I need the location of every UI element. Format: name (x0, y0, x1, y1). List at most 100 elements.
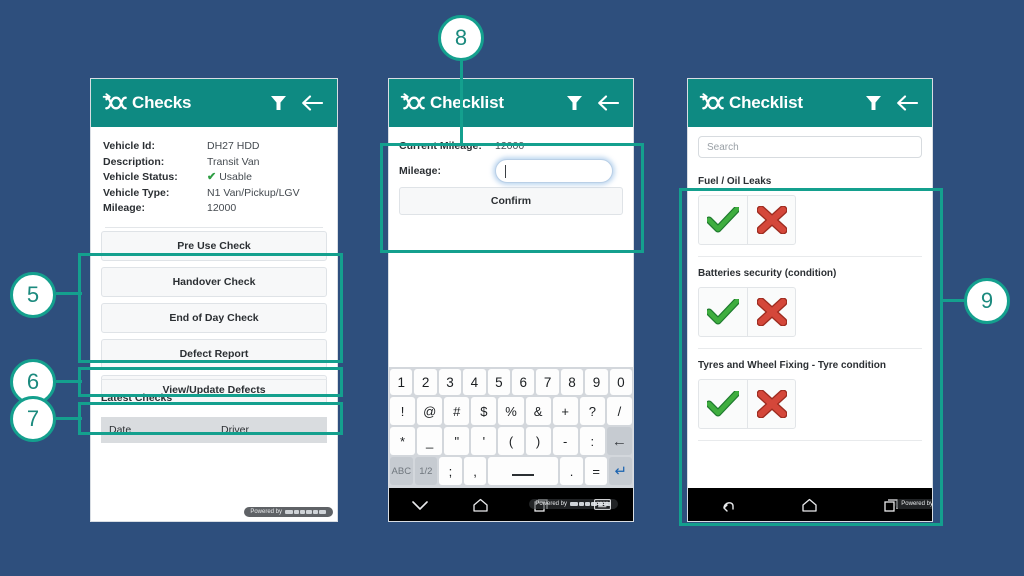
highlight-box-6 (78, 367, 343, 397)
key-question[interactable]: ? (579, 397, 605, 425)
back-arrow-icon[interactable] (301, 94, 323, 112)
key-asterisk[interactable]: * (390, 427, 416, 455)
app-header: Checklist (389, 79, 633, 127)
key-paren-open[interactable]: ( (498, 427, 524, 455)
screenshot-canvas: Checks Vehicle Id: DH27 HDD Description:… (0, 0, 1024, 576)
key-colon[interactable]: : (579, 427, 605, 455)
checklist-item-label: Fuel / Oil Leaks (698, 176, 772, 187)
info-value-status: ✔ Usable (207, 170, 252, 186)
key-quote-single[interactable]: ' (471, 427, 497, 455)
key-4[interactable]: 4 (463, 369, 486, 395)
app-title: Checks (132, 93, 192, 112)
highlight-box-5 (78, 253, 343, 363)
navbar-keyboard-toggle[interactable] (572, 499, 633, 510)
callout-line-8 (460, 58, 463, 146)
enter-icon[interactable]: ↵ (609, 457, 633, 485)
callout-line-6 (56, 380, 82, 383)
keyboard-row-symbols-1: ! @ # $ % & + ? / (390, 397, 632, 425)
search-placeholder: Search (707, 141, 739, 153)
info-value: 12000 (207, 202, 237, 214)
callout-bubble-5: 5 (10, 272, 56, 318)
powered-by-text: Powered by (535, 500, 567, 507)
callout-line-7 (56, 417, 82, 420)
key-comma[interactable]: , (463, 457, 487, 485)
key-semicolon[interactable]: ; (439, 457, 462, 485)
powered-by-text: Powered by (250, 509, 282, 515)
key-7[interactable]: 7 (536, 369, 559, 395)
navbar-home[interactable] (450, 498, 511, 512)
app-logo: Checks (101, 92, 191, 114)
callout-bubble-9: 9 (964, 278, 1010, 324)
key-space[interactable] (488, 457, 559, 485)
callout-line-9 (942, 299, 966, 302)
key-period[interactable]: . (560, 457, 583, 485)
info-label: Vehicle Type: (103, 186, 170, 199)
app-logo: Checklist (698, 92, 803, 114)
powered-by-watermark: Powered by (244, 507, 333, 517)
app-title: Checklist (430, 93, 504, 112)
enter-glyph: ↵ (614, 463, 628, 480)
info-label: Description: (103, 155, 165, 168)
filter-icon[interactable] (566, 94, 583, 112)
navbar-recents[interactable]: Powered by (511, 498, 618, 512)
key-ampersand[interactable]: & (525, 397, 551, 425)
backspace-icon[interactable]: ← (606, 427, 632, 455)
info-row: Mileage: 12000 (103, 201, 325, 217)
key-6[interactable]: 6 (512, 369, 535, 395)
key-hyphen[interactable]: - (552, 427, 578, 455)
backspace-glyph: ← (611, 432, 627, 450)
keyboard-row-bottom: ABC 1/2 ; , . = ↵ (390, 457, 633, 485)
filter-icon[interactable] (865, 94, 882, 112)
key-1[interactable]: 1 (390, 369, 413, 395)
info-row: Vehicle Id: DH27 HDD (103, 139, 325, 155)
key-plus[interactable]: + (552, 397, 578, 425)
info-row: Vehicle Type: N1 Van/Pickup/LGV (103, 186, 325, 202)
chevron-down-icon (411, 500, 428, 510)
info-label: Mileage: (103, 202, 146, 214)
android-navbar: Powered by (389, 488, 633, 521)
app-header: Checks (91, 79, 337, 127)
navbar-hide-keyboard[interactable] (389, 499, 450, 511)
info-value: Transit Van (207, 155, 260, 168)
status-text: Usable (219, 171, 252, 183)
back-arrow-icon[interactable] (896, 94, 918, 112)
home-icon (473, 498, 488, 512)
key-exclamation[interactable]: ! (390, 397, 416, 425)
key-equals[interactable]: = (584, 457, 608, 485)
callout-bubble-7: 7 (10, 396, 56, 442)
back-arrow-icon[interactable] (597, 94, 619, 112)
key-at[interactable]: @ (417, 397, 443, 425)
vehicle-info-block: Vehicle Id: DH27 HDD Description: Transi… (91, 127, 337, 236)
app-logo-icon (102, 93, 127, 110)
info-label: Vehicle Status: (103, 171, 178, 183)
key-quote-double[interactable]: " (444, 427, 470, 455)
callout-line-5 (56, 292, 82, 295)
key-0[interactable]: 0 (609, 369, 633, 395)
app-logo: Checklist (399, 92, 504, 114)
key-dollar[interactable]: $ (471, 397, 497, 425)
key-9[interactable]: 9 (585, 369, 608, 395)
key-percent[interactable]: % (498, 397, 524, 425)
highlight-box-9 (679, 188, 943, 526)
key-5[interactable]: 5 (487, 369, 511, 395)
info-value: N1 Van/Pickup/LGV (207, 186, 300, 199)
key-paren-close[interactable]: ) (525, 427, 551, 455)
key-abc[interactable]: ABC (390, 457, 413, 485)
key-hash[interactable]: # (444, 397, 470, 425)
app-logo-icon (400, 93, 425, 110)
search-input[interactable]: Search (698, 136, 922, 158)
key-3[interactable]: 3 (438, 369, 462, 395)
info-label: Vehicle Id: (103, 140, 155, 152)
key-underscore[interactable]: _ (417, 427, 443, 455)
key-page-toggle[interactable]: 1/2 (414, 457, 438, 485)
app-header: Checklist (688, 79, 932, 127)
filter-icon[interactable] (270, 94, 287, 112)
keyboard-icon (594, 499, 611, 510)
highlight-box-7 (78, 402, 343, 435)
divider (105, 226, 323, 228)
keyboard-row-symbols-2: * _ " ' ( ) - : ← (390, 427, 632, 455)
key-8[interactable]: 8 (560, 369, 584, 395)
highlight-box-8 (380, 143, 644, 253)
key-2[interactable]: 2 (414, 369, 437, 395)
key-slash[interactable]: / (606, 397, 632, 425)
